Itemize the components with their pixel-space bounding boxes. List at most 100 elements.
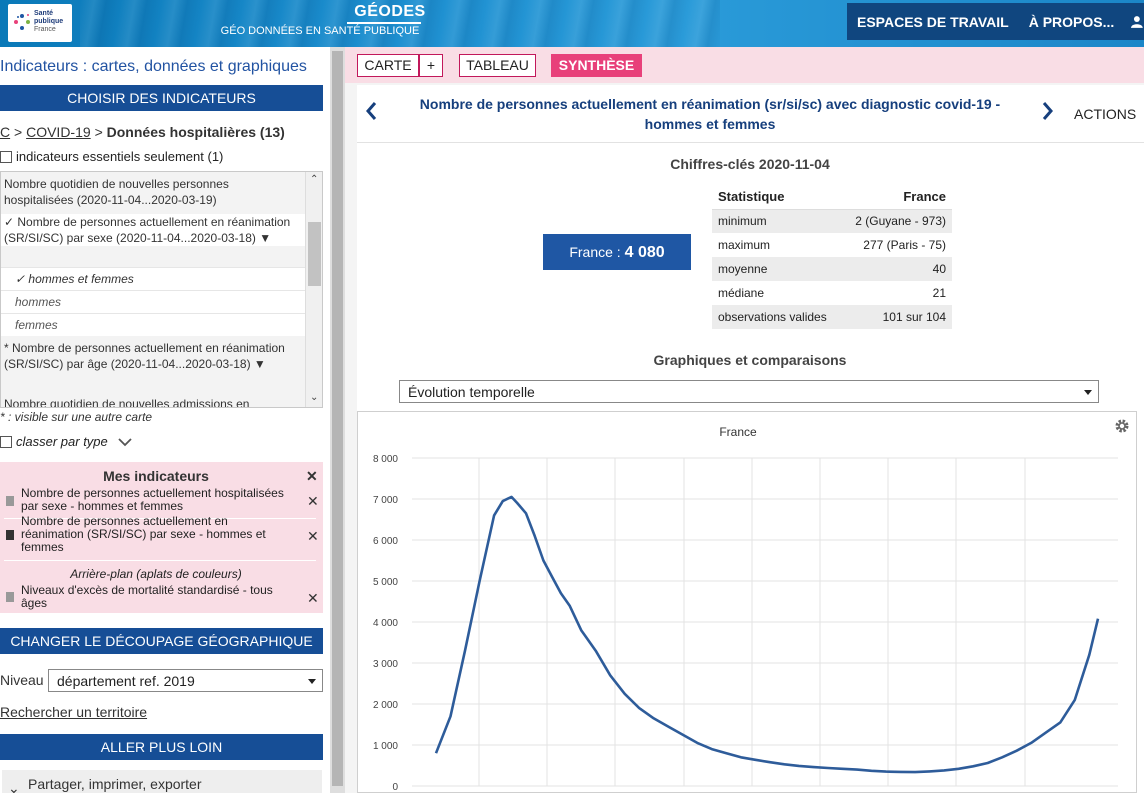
actions-label: ACTIONS (1074, 106, 1137, 122)
list-item[interactable]: Nombre quotidien de nouvelles personnes … (4, 176, 300, 208)
essentials-filter[interactable]: indicateurs essentiels seulement (1) (0, 149, 223, 164)
indicator-list-scrollbar-thumb[interactable] (308, 222, 321, 286)
y-tick-label: 1 000 (373, 741, 398, 752)
stat-label: maximum (718, 238, 771, 252)
indicator-title: Nombre de personnes actuellement en réan… (419, 96, 1001, 132)
next-indicator-icon[interactable] (1041, 100, 1055, 122)
mes-indicateur-row-1[interactable]: Nombre de personnes actuellement hospita… (21, 487, 286, 513)
app-title-underline (347, 22, 421, 24)
add-map-button[interactable]: + (419, 54, 443, 77)
app-subtitle: GÉO DONNÉES EN SANTÉ PUBLIQUE (220, 25, 420, 37)
stats-header-row: Statistique France (712, 184, 952, 210)
gear-icon[interactable] (1114, 418, 1130, 434)
stats-header-france: France (841, 184, 952, 210)
tab-carte[interactable]: CARTE (357, 54, 419, 77)
app-header: Santé publique France GÉODES GÉO DONNÉES… (0, 0, 1144, 47)
document-icon (6, 496, 14, 506)
table-row: minimum 2 (Guyane - 973) (712, 209, 952, 233)
user-icon[interactable] (1130, 15, 1144, 29)
list-item[interactable]: ✓ Nombre de personnes actuellement en ré… (1, 214, 305, 246)
y-tick-label: 3 000 (373, 659, 398, 670)
logo-text: publique (34, 18, 64, 25)
stat-value: 2 (Guyane - 973) (841, 209, 952, 233)
choose-indicators-button[interactable]: CHOISIR DES INDICATEURS (0, 85, 323, 111)
nav-a-propos[interactable]: À PROPOS... (1019, 14, 1125, 30)
document-icon (6, 530, 14, 540)
list-subitem-hommes[interactable]: hommes (1, 290, 305, 313)
key-figures-title: Chiffres-clés 2020-11-04 (670, 156, 830, 172)
table-row: moyenne 40 (712, 257, 952, 281)
indicator-list-scrollbar[interactable]: ⌃ ⌄ (305, 172, 322, 407)
stat-label: observations valides (712, 305, 842, 329)
niveau-select[interactable]: département ref. 2019 (48, 669, 323, 692)
top-navigation: ESPACES DE TRAVAIL À PROPOS... (847, 3, 1144, 40)
close-all-icon[interactable]: ✕ (306, 468, 318, 485)
tab-tableau[interactable]: TABLEAU (459, 54, 536, 77)
indicator-list: Nombre quotidien de nouvelles personnes … (0, 171, 323, 408)
tab-synthese[interactable]: SYNTHÈSE (551, 54, 642, 77)
remove-icon[interactable]: ✕ (307, 528, 319, 545)
logo-text: France (34, 26, 56, 33)
stats-table: Statistique France minimum 2 (Guyane - 97… (712, 184, 952, 329)
kpi-label: France : (569, 244, 625, 260)
list-subitem-hommes-femmes[interactable]: ✓ hommes et femmes (1, 267, 305, 290)
y-tick-label: 0 (392, 782, 398, 792)
app-title[interactable]: GÉODES (320, 3, 460, 21)
remove-icon[interactable]: ✕ (307, 493, 319, 510)
mes-indicateurs-panel: Mes indicateurs ✕ Nombre de personnes ac… (0, 462, 323, 613)
table-row: maximum 277 (Paris - 75) (712, 233, 952, 257)
classer-label: classer par type (16, 434, 108, 449)
sante-publique-logo[interactable]: Santé publique France (8, 4, 72, 42)
change-decoupage-button[interactable]: CHANGER LE DÉCOUPAGE GÉOGRAPHIQUE (0, 628, 323, 654)
niveau-label: Niveau (0, 672, 44, 688)
chevron-down-icon: ⌄ (8, 780, 20, 796)
document-icon (6, 592, 14, 602)
previous-indicator-icon[interactable] (364, 100, 378, 122)
list-subitem-femmes[interactable]: femmes (1, 313, 305, 336)
graphs-title: Graphiques et comparaisons (653, 352, 847, 368)
partager-label: Partager, imprimer, exporter (28, 776, 202, 792)
stat-value: 101 sur 104 (841, 305, 952, 329)
search-territory-link[interactable]: Rechercher un territoire (0, 704, 147, 720)
stat-label: minimum (712, 209, 842, 233)
aller-plus-loin-button[interactable]: ALLER PLUS LOIN (0, 734, 323, 760)
y-tick-label: 7 000 (373, 495, 398, 506)
y-tick-label: 6 000 (373, 536, 398, 547)
arriere-plan-label: Arrière-plan (aplats de couleurs) (70, 567, 242, 581)
kpi-value: 4 080 (624, 244, 665, 261)
partager-section[interactable]: ⌄ Partager, imprimer, exporter (2, 770, 322, 796)
y-tick-label: 5 000 (373, 577, 398, 588)
remove-icon[interactable]: ✕ (307, 590, 319, 607)
stat-value: 40 (841, 257, 952, 281)
stats-header-statistique: Statistique (712, 184, 842, 210)
table-row: observations valides 101 sur 104 (712, 305, 952, 329)
chevron-down-icon[interactable] (118, 437, 132, 447)
essentials-checkbox[interactable] (0, 150, 12, 163)
actions-menu[interactable]: ACTIONS (1074, 106, 1136, 122)
caret-down-icon (308, 678, 316, 684)
mes-indicateur-row-2[interactable]: Nombre de personnes actuellement en réan… (21, 515, 286, 554)
breadcrumb-c[interactable]: C (0, 124, 10, 140)
chart-title: France (719, 425, 757, 439)
list-item[interactable]: * Nombre de personnes actuellement en ré… (4, 340, 300, 372)
list-item[interactable]: Nombre quotidien de nouvelles admissions… (4, 396, 300, 407)
niveau-value: département ref. 2019 (57, 672, 195, 689)
mes-indicateur-row-3[interactable]: Niveaux d'excès de mortalité standardisé… (21, 584, 286, 610)
breadcrumb-covid[interactable]: COVID-19 (26, 124, 91, 140)
y-tick-label: 4 000 (373, 618, 398, 629)
nav-espaces-de-travail[interactable]: ESPACES DE TRAVAIL (847, 14, 1019, 30)
graph-type-select[interactable]: Évolution temporelle (399, 380, 1099, 403)
chart-container: France 0 1 000 2 000 3 000 4 000 5 000 6 000 7 0… (357, 411, 1137, 793)
stat-value: 21 (932, 286, 946, 300)
stat-label: moyenne (712, 257, 842, 281)
scroll-down-icon[interactable]: ⌄ (310, 392, 318, 403)
y-tick-label: 8 000 (373, 454, 398, 465)
classer-par-type[interactable]: classer par type (0, 434, 132, 449)
breadcrumb: C > COVID-19 > Données hospitalières (13… (0, 124, 285, 140)
scroll-up-icon[interactable]: ⌃ (310, 174, 318, 185)
sidebar-scrollbar[interactable] (330, 47, 345, 793)
graph-type-value: Évolution temporelle (408, 383, 535, 400)
sidebar-scrollbar-thumb[interactable] (332, 51, 343, 786)
logo-text: Santé (34, 10, 54, 17)
classer-checkbox[interactable] (0, 435, 12, 448)
